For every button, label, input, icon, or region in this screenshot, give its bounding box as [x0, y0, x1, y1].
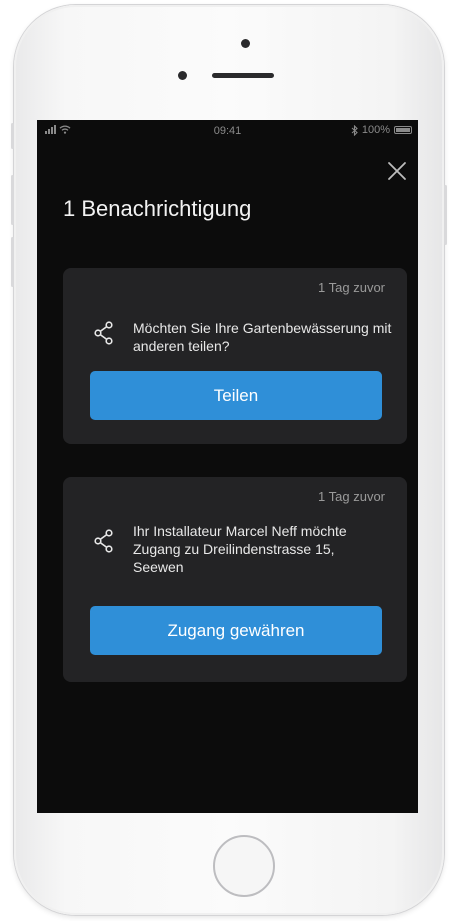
share-button[interactable]: Teilen — [90, 371, 382, 420]
grant-access-button[interactable]: Zugang gewähren — [90, 606, 382, 655]
proximity-sensor — [178, 71, 187, 80]
notification-message: Möchten Sie Ihre Gartenbewässerung mit a… — [133, 320, 392, 354]
notification-card: 1 Tag zuvor Ihr Installateur Marcel Neff… — [63, 477, 407, 682]
status-right: 100% — [351, 124, 412, 136]
page-title: 1 Benachrichtigung — [63, 196, 252, 221]
battery-icon — [394, 126, 412, 134]
close-button[interactable] — [384, 158, 410, 184]
close-icon — [388, 162, 406, 180]
notification-time: 1 Tag zuvor — [318, 280, 385, 295]
earpiece-speaker — [212, 73, 274, 78]
bluetooth-icon — [351, 124, 358, 136]
notification-message: Ihr Installateur Marcel Neff möchte Zuga… — [133, 523, 347, 575]
volume-up-button — [11, 175, 14, 225]
home-button[interactable] — [213, 835, 275, 897]
status-bar: 09:41 100% — [37, 120, 418, 142]
battery-percentage: 100% — [361, 124, 390, 136]
mute-switch — [11, 123, 14, 149]
power-button — [444, 185, 447, 245]
share-icon — [94, 321, 113, 345]
notification-time: 1 Tag zuvor — [318, 489, 385, 504]
front-camera — [241, 39, 250, 48]
share-icon — [94, 529, 113, 553]
app-screen: 09:41 100% 1 Benachrichtigung 1 Tag zuvo… — [37, 120, 418, 813]
notification-card: 1 Tag zuvor Möchten Sie Ihre Gartenbewäs… — [63, 268, 407, 444]
volume-down-button — [11, 237, 14, 287]
